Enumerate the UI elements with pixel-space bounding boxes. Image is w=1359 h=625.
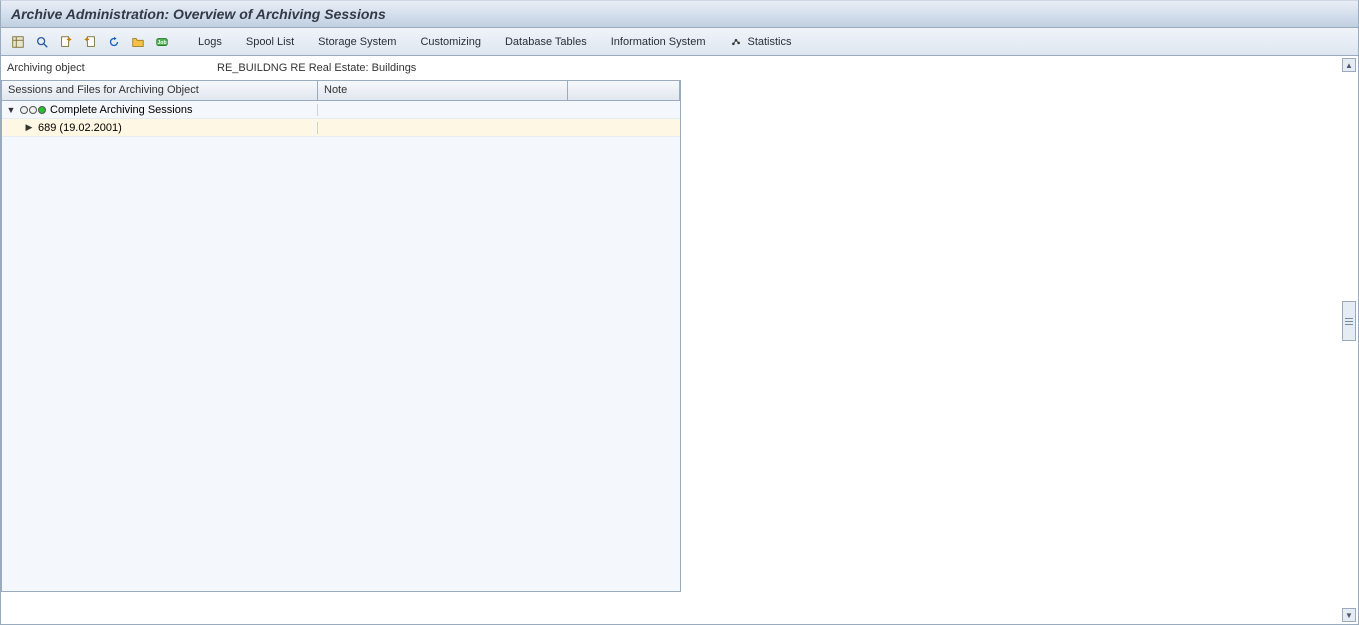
job-icon[interactable]: Job	[151, 32, 173, 52]
scroll-down-button[interactable]: ▼	[1342, 608, 1356, 622]
information-system-link[interactable]: Information System	[600, 32, 717, 52]
traffic-light-icon	[20, 106, 46, 114]
archiving-object-row: Archiving object RE_BUILDNG RE Real Esta…	[1, 56, 1358, 80]
grid-header: Sessions and Files for Archiving Object …	[2, 81, 680, 101]
storage-system-link[interactable]: Storage System	[307, 32, 407, 52]
title-bar: Archive Administration: Overview of Arch…	[0, 0, 1359, 28]
tree-label: 689 (19.02.2001)	[38, 122, 122, 134]
collapse-icon[interactable]: ▼	[6, 105, 16, 115]
page-title: Archive Administration: Overview of Arch…	[11, 6, 386, 22]
svg-text:Job: Job	[157, 39, 166, 45]
search-icon[interactable]	[31, 32, 53, 52]
col-empty-header[interactable]	[568, 81, 680, 100]
content-area: ▲ Archiving object RE_BUILDNG RE Real Es…	[0, 56, 1359, 625]
tree-row-689[interactable]: ▶ 689 (19.02.2001)	[2, 119, 680, 137]
toolbar: Job Logs Spool List Storage System Custo…	[0, 28, 1359, 56]
col-sessions-header[interactable]: Sessions and Files for Archiving Object	[2, 81, 318, 100]
spool-list-link[interactable]: Spool List	[235, 32, 305, 52]
tree-row-complete-sessions[interactable]: ▼ Complete Archiving Sessions	[2, 101, 680, 119]
folder-icon[interactable]	[127, 32, 149, 52]
statistics-icon	[729, 35, 743, 49]
scroll-up-button[interactable]: ▲	[1342, 58, 1356, 72]
archiving-object-label: Archiving object	[7, 62, 217, 74]
refresh-icon[interactable]	[103, 32, 125, 52]
archiving-object-value: RE_BUILDNG RE Real Estate: Buildings	[217, 62, 416, 74]
sessions-tree: Sessions and Files for Archiving Object …	[1, 80, 681, 592]
tree-label: Complete Archiving Sessions	[50, 104, 192, 116]
logs-link[interactable]: Logs	[187, 32, 233, 52]
tree-body: ▼ Complete Archiving Sessions ▶ 689 (19.…	[2, 101, 680, 591]
col-note-header[interactable]: Note	[318, 81, 568, 100]
scroll-grip[interactable]	[1342, 301, 1356, 341]
statistics-link[interactable]: Statistics	[718, 31, 802, 53]
layout-icon[interactable]	[7, 32, 29, 52]
doc-in-icon[interactable]	[55, 32, 77, 52]
database-tables-link[interactable]: Database Tables	[494, 32, 598, 52]
doc-out-icon[interactable]	[79, 32, 101, 52]
expand-icon[interactable]: ▶	[24, 122, 34, 133]
customizing-link[interactable]: Customizing	[409, 32, 492, 52]
statistics-label: Statistics	[747, 36, 791, 48]
